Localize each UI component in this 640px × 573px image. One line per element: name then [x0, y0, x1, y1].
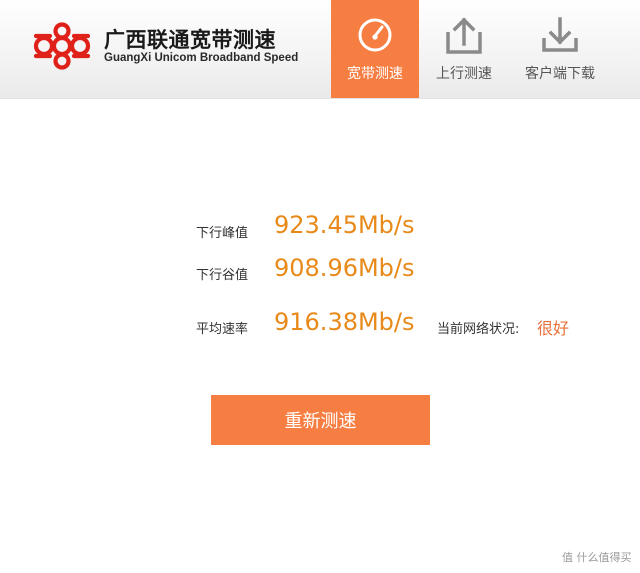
watermark: 值 什么值得买 [562, 551, 632, 564]
network-status-label: 当前网络状况: [437, 322, 520, 337]
china-unicom-logo-icon [33, 22, 91, 70]
avg-label: 平均速率 [196, 322, 249, 337]
valley-label: 下行谷值 [196, 268, 249, 283]
peak-value: 923.45Mb/s [274, 211, 415, 239]
valley-value: 908.96Mb/s [274, 254, 415, 282]
tab-client-download[interactable]: 客户端下载 [514, 0, 606, 98]
brand-name-en: GuangXi Unicom Broadband Speed [104, 52, 299, 64]
retest-button[interactable]: 重新测速 [211, 395, 430, 445]
header-bar: 广西联通宽带测速 GuangXi Unicom Broadband Speed … [0, 0, 640, 99]
tab-broadband-speed[interactable]: 宽带测速 [331, 0, 419, 98]
tab-label: 宽带测速 [347, 66, 403, 82]
avg-value: 916.38Mb/s [274, 308, 415, 336]
tab-upload-speed[interactable]: 上行测速 [426, 0, 502, 98]
speedometer-icon [358, 18, 392, 52]
tab-label: 上行测速 [436, 66, 492, 82]
upload-icon [446, 17, 482, 54]
network-status-value: 很好 [537, 319, 570, 338]
tab-label: 客户端下载 [525, 66, 595, 82]
peak-label: 下行峰值 [196, 226, 249, 241]
download-icon [542, 17, 578, 52]
brand-name-cn: 广西联通宽带测速 [104, 28, 276, 52]
